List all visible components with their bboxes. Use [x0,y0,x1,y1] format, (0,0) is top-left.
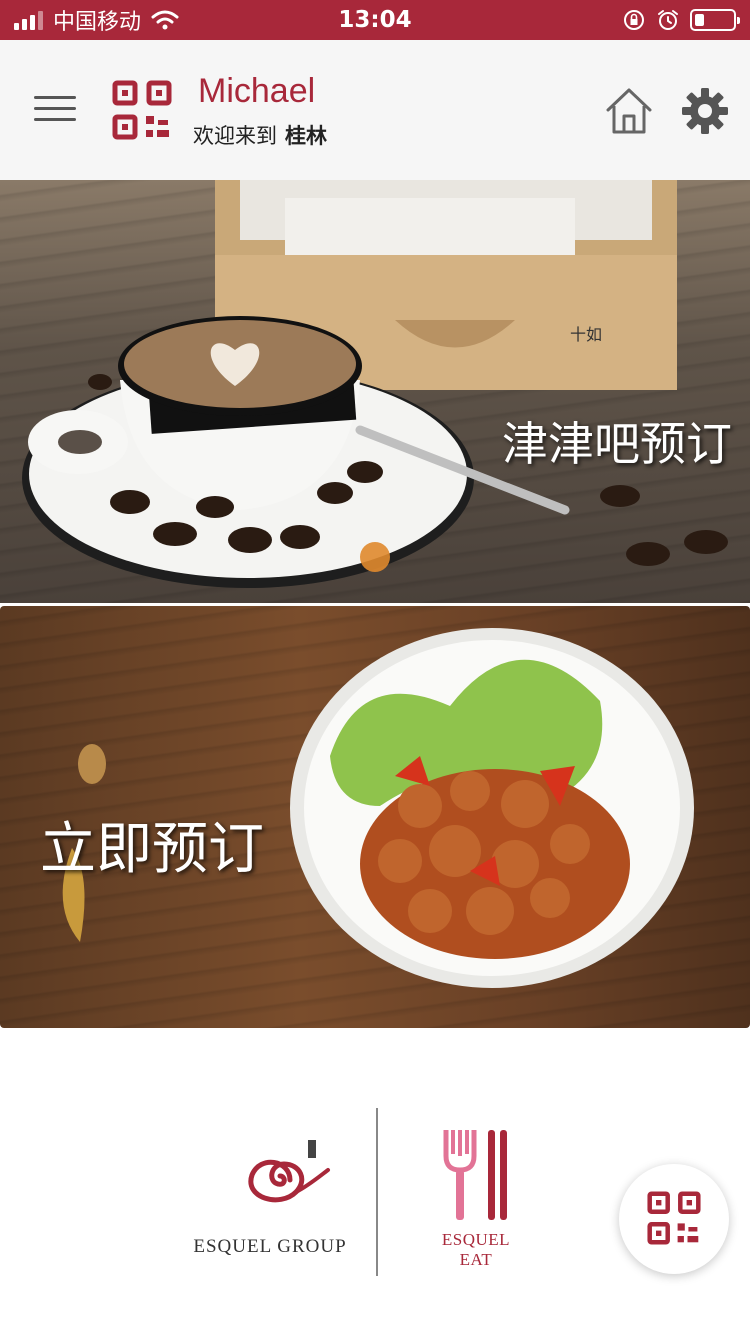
logo-divider [376,1108,378,1276]
welcome-prefix: 欢迎来到 [193,124,277,148]
app-header: Michael 欢迎来到 桂林 [0,40,750,180]
battery-icon [690,9,740,31]
alarm-icon [658,10,678,30]
coffee-photo: 十如 [22,180,728,588]
esquel-swirl-icon [248,1140,330,1203]
book-now-banner[interactable]: 立即预订 [0,606,750,1028]
menu-icon-line [34,96,76,99]
menu-button[interactable] [34,94,78,124]
menu-icon-line [34,107,76,110]
esquel-group-name: ESQUEL GROUP [193,1236,347,1257]
svg-text:十如: 十如 [570,326,602,344]
esquel-eat-name: ESQUEL EAT [441,1230,511,1269]
qr-code-icon [112,80,172,140]
bar-booking-banner[interactable]: 十如 津津吧预订 [0,180,750,603]
bar-booking-title: 津津吧预订 [502,417,732,471]
user-name: Michael [198,72,316,110]
esquel-group-logo: ESQUEL GROUP [190,1140,350,1260]
welcome-text: 欢迎来到 桂林 [193,120,327,150]
carousel-indicator [360,542,390,572]
menu-icon-line [34,118,76,121]
gear-icon[interactable] [680,86,730,136]
book-now-title: 立即预订 [40,817,264,882]
qr-code-icon [647,1191,701,1245]
fork-chopsticks-icon [443,1130,507,1220]
home-icon[interactable] [604,86,654,136]
status-bar: 中国移动 13:04 [0,0,750,40]
status-bar-right [622,0,740,40]
esquel-eat-logo: ESQUEL EAT [426,1126,536,1269]
rotation-lock-icon [624,10,644,30]
city-name: 桂林 [285,124,327,148]
scan-qr-button[interactable] [619,1164,729,1274]
